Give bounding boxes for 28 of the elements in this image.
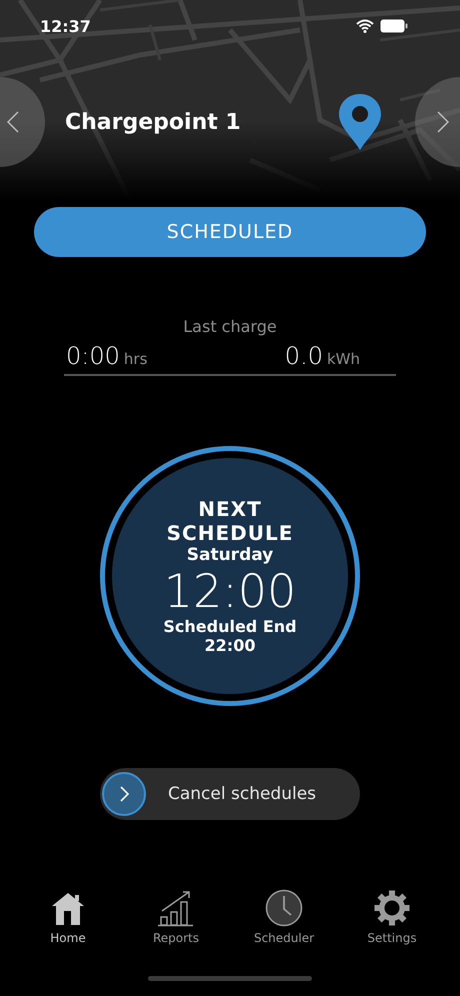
tab-bar-item[interactable]: Settings	[347, 888, 437, 946]
schedule-heading: NEXT	[198, 496, 262, 521]
duration-value: 0:00	[66, 342, 120, 370]
chevron-left-icon	[7, 111, 19, 133]
chargepoint-title: Chargepoint 1	[65, 110, 242, 134]
slider-knob[interactable]	[102, 772, 146, 816]
status-time: 12:37	[40, 16, 91, 36]
location-pin-icon[interactable]	[339, 94, 381, 150]
chevron-right-icon	[437, 111, 449, 133]
schedule-day: Saturday	[186, 544, 274, 565]
clock-icon	[265, 889, 303, 927]
schedule-heading: SCHEDULE	[166, 520, 294, 545]
cancel-schedules-slider[interactable]: Cancel schedules	[100, 768, 360, 820]
tab-bar-item[interactable]: Reports	[131, 888, 221, 946]
wifi-icon	[356, 19, 374, 33]
bar-chart-icon	[157, 889, 195, 927]
chevron-right-icon	[120, 786, 128, 802]
energy-value: 0.0	[284, 342, 323, 370]
settings-icon	[373, 889, 411, 927]
battery-icon	[380, 19, 408, 33]
scheduled-end-label: Scheduled End	[163, 617, 297, 636]
energy-unit: kWh	[326, 350, 360, 368]
last-charge-label: Last charge	[183, 317, 277, 336]
duration-unit: hrs	[124, 350, 148, 368]
scheduled-end-time: 22:00	[204, 636, 256, 656]
tab-bar-item[interactable]: Scheduler	[239, 888, 329, 946]
schedule-start-time: 12:00	[164, 564, 296, 618]
tab-bar-item[interactable]: Home	[23, 888, 113, 946]
